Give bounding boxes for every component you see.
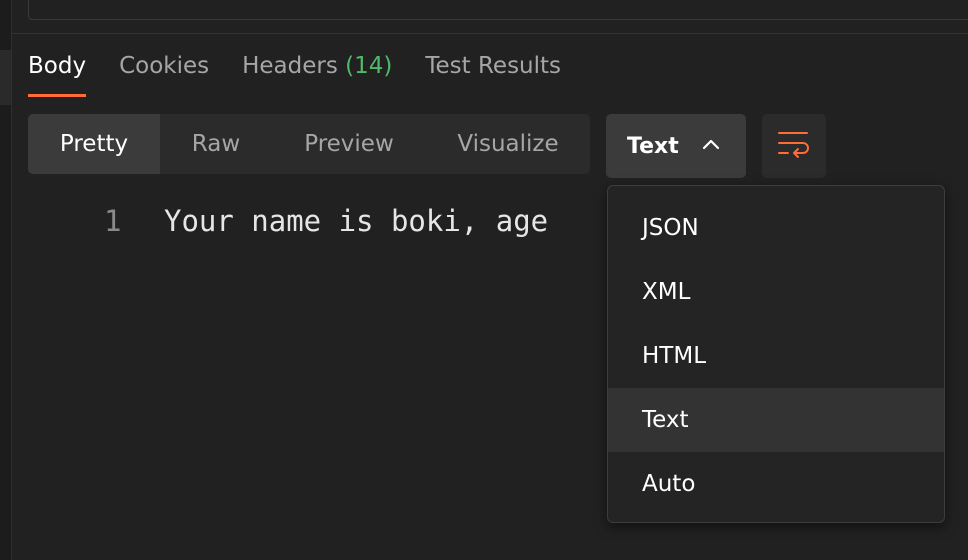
left-rail [0, 0, 12, 560]
tab-cookies-label: Cookies [119, 53, 210, 79]
tab-test-results[interactable]: Test Results [425, 48, 561, 98]
request-url-area[interactable] [28, 0, 968, 20]
response-tabs: Body Cookies Headers (14) Test Results [28, 48, 594, 98]
tab-test-results-label: Test Results [425, 53, 562, 79]
wrap-lines-icon [777, 129, 811, 163]
line-number: 1 [104, 204, 122, 238]
left-rail-indicator [0, 50, 11, 105]
view-pretty-button[interactable]: Pretty [28, 114, 160, 174]
format-select-value: Text [627, 133, 679, 159]
format-option-json[interactable]: JSON [608, 196, 944, 260]
format-option-auto[interactable]: Auto [608, 452, 944, 516]
tab-headers-label: Headers [242, 53, 338, 79]
format-option-html[interactable]: HTML [608, 324, 944, 388]
wrap-lines-button[interactable] [762, 114, 826, 178]
view-visualize-button[interactable]: Visualize [426, 114, 590, 174]
view-mode-segmented-control: Pretty Raw Preview Visualize [28, 114, 590, 174]
chevron-up-icon [702, 136, 720, 158]
tab-cookies[interactable]: Cookies [119, 48, 209, 98]
headers-count-badge: (14) [345, 53, 393, 79]
tab-body[interactable]: Body [28, 48, 87, 98]
tab-headers[interactable]: Headers (14) [242, 48, 392, 98]
tab-body-label: Body [28, 53, 87, 79]
format-option-xml[interactable]: XML [608, 260, 944, 324]
format-option-text[interactable]: Text [608, 388, 944, 452]
panel-divider [11, 33, 968, 34]
code-line: Your name is boki, age [164, 204, 549, 238]
view-raw-button[interactable]: Raw [160, 114, 272, 174]
view-preview-button[interactable]: Preview [272, 114, 426, 174]
format-dropdown-menu: JSON XML HTML Text Auto [607, 185, 945, 523]
format-select[interactable]: Text [606, 114, 746, 178]
